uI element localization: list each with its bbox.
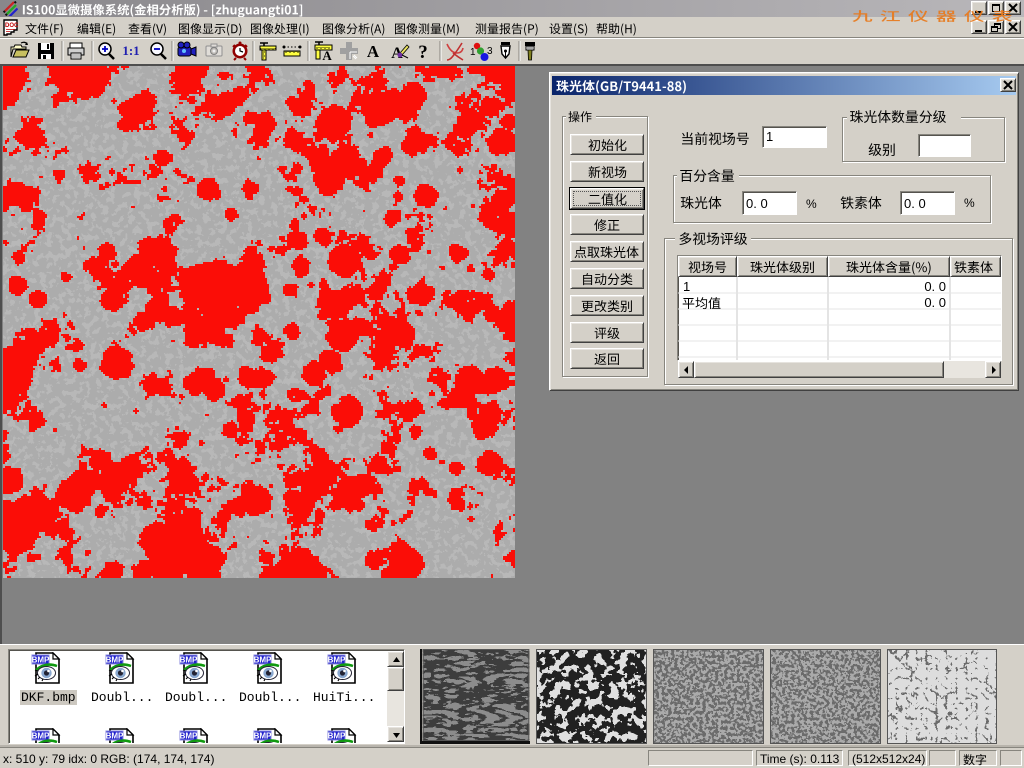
svg-text:1: 1 xyxy=(470,47,476,58)
svg-text:A: A xyxy=(367,42,380,61)
svg-text:BMP: BMP xyxy=(328,656,346,665)
svg-text:BMP: BMP xyxy=(328,732,346,741)
svg-text:BMP: BMP xyxy=(106,732,124,741)
svg-text:3: 3 xyxy=(487,46,493,57)
svg-text:BMP: BMP xyxy=(254,656,272,665)
svg-text:1:1: 1:1 xyxy=(122,43,139,58)
svg-text:BMP: BMP xyxy=(254,732,272,741)
svg-text:A: A xyxy=(322,48,332,63)
svg-text:BMP: BMP xyxy=(106,656,124,665)
svg-text:BMP: BMP xyxy=(180,656,198,665)
svg-text:BMP: BMP xyxy=(32,732,50,741)
svg-text:DOC: DOC xyxy=(5,23,19,29)
svg-text:BMP: BMP xyxy=(180,732,198,741)
svg-text:BMP: BMP xyxy=(32,656,50,665)
svg-text:?: ? xyxy=(418,42,428,63)
